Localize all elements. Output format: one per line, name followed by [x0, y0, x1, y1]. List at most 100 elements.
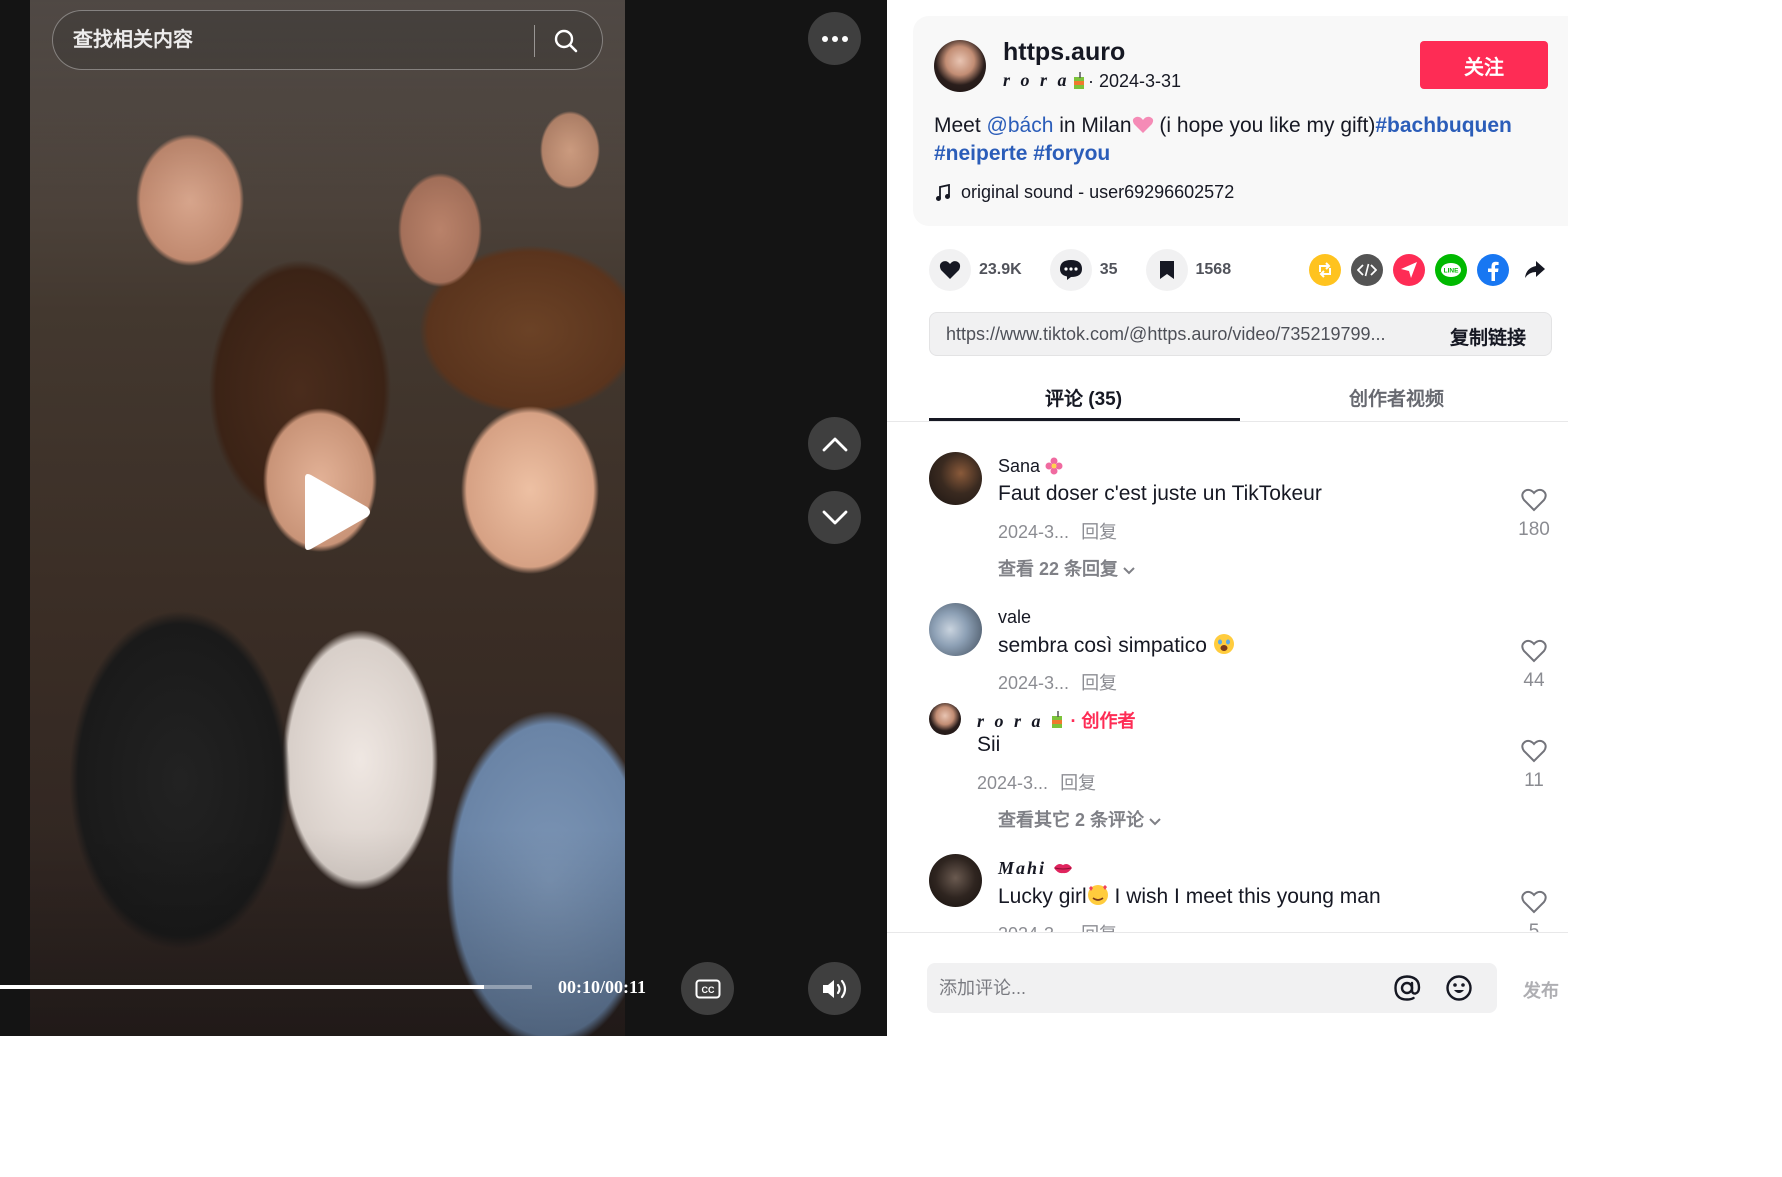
comment-item: vale sembra così simpatico 2024-3... 回复 4… — [929, 603, 1549, 833]
hashtag[interactable]: #foryou — [1033, 142, 1110, 165]
comment-date: 2024-3... — [998, 522, 1070, 542]
captions-button[interactable]: CC — [681, 962, 734, 1015]
at-icon — [1394, 975, 1421, 1001]
comment-count: 35 — [1099, 261, 1118, 278]
engagement-stats: 23.9K 35 1568 — [929, 248, 1259, 292]
like-button[interactable] — [929, 249, 971, 291]
share-arrow-icon[interactable] — [1519, 254, 1551, 286]
next-video-button[interactable] — [808, 491, 861, 544]
comment-button[interactable] — [1049, 249, 1092, 291]
comment-item: Sana Faut doser c'est juste un TikTokeur… — [929, 452, 1551, 582]
copy-link-button[interactable]: 复制链接 — [1450, 323, 1526, 350]
comment-like-count: 5 — [1528, 921, 1540, 932]
emoji-button[interactable] — [1445, 974, 1473, 1007]
caption-mention[interactable]: @bách — [987, 114, 1054, 137]
comment-input[interactable] — [939, 963, 1359, 1013]
like-count: 23.9K — [979, 261, 1022, 278]
avatar[interactable] — [929, 603, 982, 656]
comment-username[interactable]: Mahi — [998, 858, 1073, 879]
comment-username[interactable]: Sana — [998, 456, 1063, 477]
chevron-down-icon — [822, 510, 847, 524]
heart-icon — [939, 261, 961, 279]
comment-date: 2024-3... — [998, 924, 1069, 932]
play-button[interactable] — [295, 470, 375, 554]
comment-username[interactable]: vale — [998, 607, 1031, 628]
search-button[interactable] — [548, 23, 584, 59]
facebook-share-icon[interactable] — [1477, 254, 1509, 286]
smiling-hearts-emoji-icon — [1087, 885, 1108, 905]
chevron-down-icon — [1123, 567, 1135, 575]
avatar[interactable] — [929, 854, 982, 907]
comment-composer: 发布 — [887, 932, 1568, 1036]
repost-icon[interactable] — [1309, 254, 1341, 286]
music-info[interactable]: original sound - user69296602572 — [935, 182, 1234, 203]
heart-outline-icon — [1521, 639, 1547, 663]
view-more-comments-button[interactable]: 查看其它 2 条评论 — [998, 806, 1161, 832]
juice-emoji-icon — [1073, 72, 1085, 95]
avatar[interactable] — [929, 452, 982, 505]
author-name[interactable]: https.auro — [1003, 38, 1125, 67]
tab-creator-videos[interactable]: 创作者视频 — [1349, 384, 1444, 411]
avatar[interactable] — [929, 703, 961, 735]
video-link-box: https://www.tiktok.com/@https.auro/video… — [929, 312, 1552, 356]
previous-video-button[interactable] — [808, 417, 861, 470]
comment-list[interactable]: Sana Faut doser c'est juste un TikTokeur… — [887, 422, 1568, 932]
reply-like-count: 11 — [1524, 770, 1544, 791]
comment-like[interactable]: 44 — [1517, 639, 1551, 692]
heart-emoji-icon — [1132, 116, 1153, 133]
send-to-friends-icon[interactable] — [1393, 254, 1425, 286]
caption-text: (i hope you like my gift) — [1153, 114, 1376, 137]
comment-item: Mahi Lucky girl I wish I meet this young… — [929, 854, 1549, 932]
comment-text: sembra così simpatico — [998, 633, 1235, 658]
share-row: LINE — [1309, 254, 1551, 286]
comment-like[interactable]: 180 — [1517, 488, 1551, 541]
author-avatar[interactable] — [934, 40, 986, 92]
save-stat[interactable]: 1568 — [1145, 249, 1231, 291]
hashtag[interactable]: #bachbuquen — [1375, 114, 1512, 137]
hashtag[interactable]: #neiperte — [934, 142, 1027, 165]
author-nickname: r o r a — [1003, 70, 1070, 90]
crying-emoji-icon — [1213, 634, 1234, 654]
comment-like-count: 180 — [1518, 519, 1550, 540]
flower-emoji-icon — [1045, 457, 1063, 475]
save-button[interactable] — [1145, 249, 1188, 291]
reply-like[interactable]: 11 — [1517, 739, 1551, 792]
comment-like[interactable]: 5 — [1517, 890, 1551, 932]
reply-meta: 2024-3... 回复 — [977, 769, 1096, 795]
comment-meta: 2024-3... 回复 — [998, 920, 1129, 932]
reply-button[interactable]: 回复 — [1081, 522, 1117, 542]
reply-button[interactable]: 回复 — [1081, 673, 1117, 693]
post-caption: Meet @bách in Milan (i hope you like my … — [934, 112, 1554, 168]
like-stat[interactable]: 23.9K — [929, 249, 1022, 291]
comment-like-count: 44 — [1523, 670, 1545, 691]
reply-button[interactable]: 回复 — [1060, 773, 1096, 793]
follow-button[interactable]: 关注 — [1420, 41, 1548, 89]
video-player[interactable]: 00:10/00:11 CC — [0, 0, 887, 1036]
line-share-icon[interactable]: LINE — [1435, 254, 1467, 286]
post-date: · 2024-3-31 — [1088, 71, 1182, 91]
comment-stat[interactable]: 35 — [1049, 249, 1118, 291]
tabs: 评论 (35) 创作者视频 — [929, 372, 1552, 422]
comment-bubble-icon — [1059, 260, 1082, 280]
juice-emoji-icon — [1052, 711, 1063, 728]
search-input[interactable] — [73, 11, 523, 69]
comment-meta: 2024-3... 回复 — [998, 669, 1129, 695]
view-replies-button[interactable]: 查看 22 条回复 — [998, 555, 1135, 581]
comment-meta: 2024-3... 回复 — [998, 518, 1129, 544]
progress-fill — [0, 985, 485, 989]
detail-panel: https.auro r o r a · 2024-3-31 关注 Meet @… — [887, 0, 1568, 1036]
tab-comments[interactable]: 评论 (35) — [1045, 384, 1122, 411]
search-box — [52, 10, 603, 70]
progress-bar[interactable] — [0, 985, 532, 989]
reply-button[interactable]: 回复 — [1081, 924, 1117, 932]
comment-text: Lucky girl I wish I meet this young man — [998, 885, 1381, 908]
post-comment-button[interactable]: 发布 — [1523, 977, 1559, 1003]
emoji-icon — [1446, 975, 1472, 1001]
video-link[interactable]: https://www.tiktok.com/@https.auro/video… — [946, 324, 1426, 345]
embed-icon[interactable] — [1351, 254, 1383, 286]
more-button[interactable] — [808, 12, 861, 65]
comment-text: Faut doser c'est juste un TikTokeur — [998, 482, 1322, 505]
mention-button[interactable] — [1393, 974, 1421, 1007]
volume-button[interactable] — [808, 962, 861, 1015]
reply-username[interactable]: r o r a · 创作者 — [977, 707, 1136, 733]
